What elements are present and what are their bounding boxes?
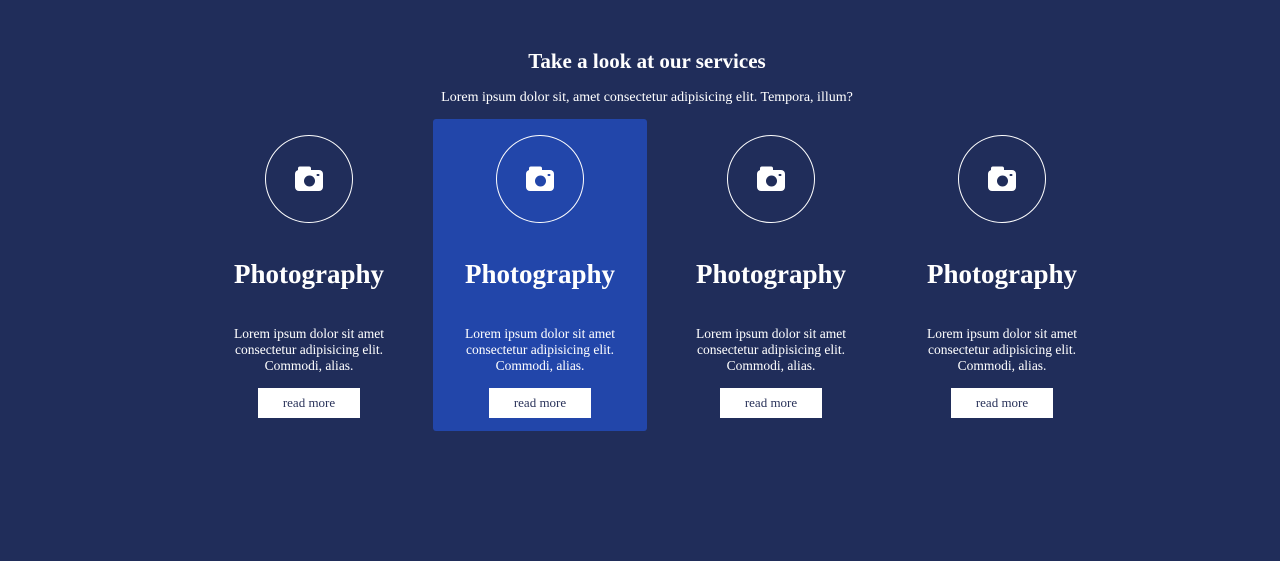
card-title: Photography [695, 259, 847, 289]
read-more-button[interactable]: read more [489, 388, 591, 418]
camera-icon-circle [496, 135, 584, 223]
camera-icon [757, 166, 785, 191]
card-description: Lorem ipsum dolor sit amet consectetur a… [465, 326, 615, 373]
service-card: Photography Lorem ipsum dolor sit amet c… [202, 119, 416, 431]
service-card: Photography Lorem ipsum dolor sit amet c… [664, 119, 878, 431]
camera-icon [988, 166, 1016, 191]
card-description: Lorem ipsum dolor sit amet consectetur a… [234, 326, 384, 373]
read-more-button[interactable]: read more [951, 388, 1053, 418]
camera-icon-circle [265, 135, 353, 223]
camera-icon-circle [727, 135, 815, 223]
card-description: Lorem ipsum dolor sit amet consectetur a… [927, 326, 1077, 373]
card-title: Photography [464, 259, 616, 289]
card-title: Photography [926, 259, 1078, 289]
service-card: Photography Lorem ipsum dolor sit amet c… [895, 119, 1109, 431]
read-more-button[interactable]: read more [720, 388, 822, 418]
camera-icon-circle [958, 135, 1046, 223]
service-cards: Photography Lorem ipsum dolor sit amet c… [202, 119, 1126, 431]
camera-icon [526, 166, 554, 191]
card-title: Photography [233, 259, 385, 289]
read-more-button[interactable]: read more [258, 388, 360, 418]
services-section: Take a look at our services Lorem ipsum … [0, 0, 1280, 561]
section-subtitle: Lorem ipsum dolor sit, amet consectetur … [441, 90, 853, 105]
section-title: Take a look at our services [528, 49, 766, 73]
service-card-highlighted: Photography Lorem ipsum dolor sit amet c… [433, 119, 647, 431]
card-description: Lorem ipsum dolor sit amet consectetur a… [696, 326, 846, 373]
camera-icon [295, 166, 323, 191]
